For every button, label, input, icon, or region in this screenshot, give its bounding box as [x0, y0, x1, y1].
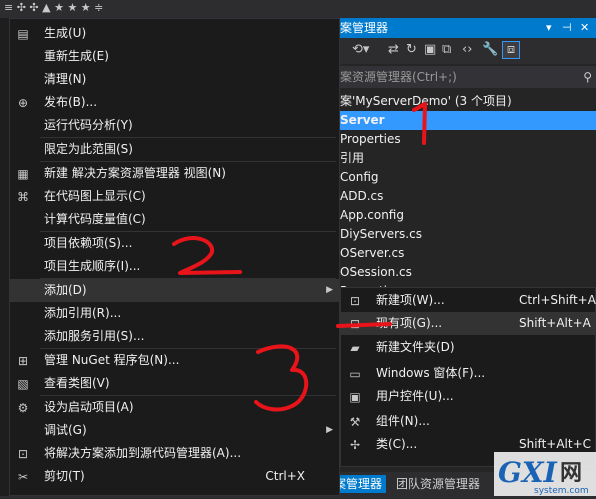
annotation-3	[254, 344, 309, 412]
watermark-logo: GXI 网 system.com	[494, 452, 596, 496]
annotation-1	[412, 102, 427, 145]
svg-text:system.com: system.com	[534, 486, 589, 496]
annotation-underline	[336, 322, 392, 328]
svg-text:网: 网	[560, 461, 582, 486]
svg-text:GXI: GXI	[498, 456, 558, 489]
annotation-2	[172, 236, 242, 275]
annotation-layer	[172, 102, 427, 412]
